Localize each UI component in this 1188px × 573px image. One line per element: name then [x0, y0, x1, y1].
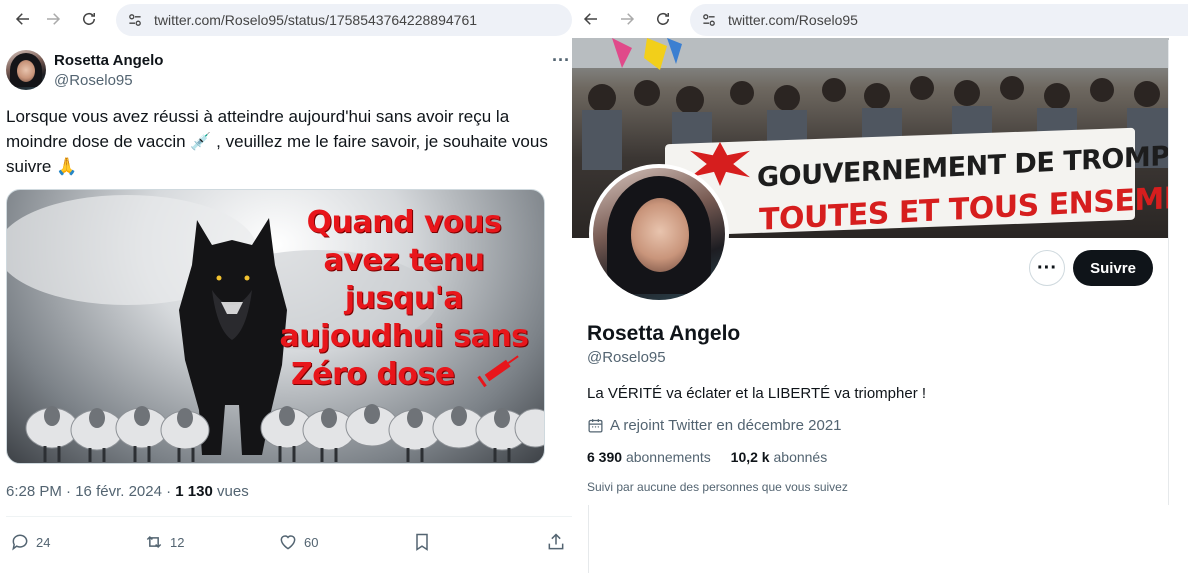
tweet-actions: 24 12 60 — [0, 528, 572, 556]
forward-arrow-icon — [621, 13, 635, 25]
author-name[interactable]: Rosetta Angelo — [54, 52, 163, 69]
profile-avatar[interactable] — [589, 164, 729, 304]
views-label: vues — [217, 483, 249, 500]
image-caption-line: avez tenu — [323, 243, 485, 278]
back-arrow-icon — [583, 13, 597, 25]
views-count: 1 130 — [175, 483, 213, 500]
followers-label: abonnés — [773, 449, 828, 465]
tweet-panel: twitter.com/Roselo95/status/175854376422… — [0, 0, 572, 573]
profile-panel: twitter.com/Roselo95 GOUVERNEMENT DE TRO… — [572, 0, 1188, 573]
author-avatar[interactable] — [6, 50, 46, 90]
reload-button[interactable] — [650, 6, 676, 32]
divider — [1168, 40, 1169, 505]
retweet-count: 12 — [170, 534, 185, 550]
browser-toolbar: twitter.com/Roselo95/status/175854376422… — [0, 0, 572, 40]
url-text: twitter.com/Roselo95 — [728, 12, 858, 28]
profile-name: Rosetta Angelo — [587, 322, 741, 345]
tweet-date[interactable]: 16 févr. 2024 — [75, 483, 162, 500]
meta-separator: · — [166, 483, 172, 500]
meta-separator: · — [66, 483, 72, 500]
bookmark-icon — [416, 533, 428, 551]
forward-button[interactable] — [614, 6, 640, 32]
profile-bio: La VÉRITÉ va éclater et la LIBERTÉ va tr… — [587, 385, 927, 402]
reply-count: 24 — [36, 534, 51, 550]
tweet-more-button[interactable]: ··· — [552, 50, 570, 71]
profile-joined: A rejoint Twitter en décembre 2021 — [587, 417, 842, 434]
url-text: twitter.com/Roselo95/status/175854376422… — [154, 12, 478, 28]
site-settings-icon[interactable] — [126, 11, 144, 29]
image-caption-line: aujoudhui sans — [279, 319, 529, 354]
reply-button[interactable]: 24 — [10, 528, 50, 556]
browser-toolbar: twitter.com/Roselo95 — [572, 0, 1188, 40]
folded-hands-emoji: 🙏 — [56, 157, 78, 176]
forward-arrow-icon — [47, 13, 61, 25]
profile-more-button[interactable]: ··· — [1029, 250, 1065, 286]
divider — [588, 505, 589, 573]
tweet-text: Lorsque vous avez réussi à atteindre auj… — [6, 104, 562, 179]
image-caption: Quand vous avez tenu jusqu'a aujoudhui s… — [269, 204, 539, 394]
heart-icon — [280, 535, 296, 550]
syringe-emoji: 💉 — [190, 132, 212, 151]
reload-icon — [83, 12, 95, 25]
tweet-meta: 6:28 PM · 16 févr. 2024 · 1 130 vues — [6, 483, 249, 500]
following-link[interactable]: 6 390 abonnements — [587, 449, 711, 465]
back-arrow-icon — [15, 13, 29, 25]
profile-handle: @Roselo95 — [587, 349, 666, 366]
image-caption-line: Zéro dose — [291, 357, 455, 392]
address-bar[interactable]: twitter.com/Roselo95/status/175854376422… — [116, 4, 572, 36]
bookmark-button[interactable] — [412, 528, 438, 556]
retweet-icon — [146, 535, 162, 549]
share-button[interactable] — [546, 528, 572, 556]
share-icon — [548, 533, 564, 550]
profile-stats: 6 390 abonnements 10,2 k abonnés — [587, 449, 827, 465]
tweet-time[interactable]: 6:28 PM — [6, 483, 62, 500]
reply-icon — [12, 534, 28, 551]
joined-text: A rejoint Twitter en décembre 2021 — [610, 417, 842, 434]
back-button[interactable] — [578, 6, 604, 32]
forward-button[interactable] — [40, 6, 66, 32]
reload-icon — [657, 12, 669, 25]
tweet-image[interactable]: Quand vous avez tenu jusqu'a aujoudhui s… — [6, 189, 545, 464]
follow-button[interactable]: Suivre — [1073, 250, 1153, 286]
image-caption-line: Quand vous — [306, 205, 502, 240]
retweet-button[interactable]: 12 — [144, 528, 184, 556]
like-count: 60 — [304, 534, 319, 550]
following-label: abonnements — [625, 449, 711, 465]
address-bar[interactable]: twitter.com/Roselo95 — [690, 4, 1188, 36]
back-button[interactable] — [10, 6, 36, 32]
calendar-icon — [588, 419, 603, 433]
divider — [6, 516, 572, 517]
followers-count: 10,2 k — [730, 449, 770, 465]
author-handle[interactable]: @Roselo95 — [54, 72, 133, 89]
followers-link[interactable]: 10,2 k abonnés — [731, 449, 828, 465]
reload-button[interactable] — [76, 6, 102, 32]
following-count: 6 390 — [587, 449, 623, 465]
site-settings-icon[interactable] — [700, 11, 718, 29]
followed-by-text: Suivi par aucune des personnes que vous … — [587, 480, 848, 494]
like-button[interactable]: 60 — [278, 528, 318, 556]
image-caption-line: jusqu'a — [344, 281, 464, 316]
